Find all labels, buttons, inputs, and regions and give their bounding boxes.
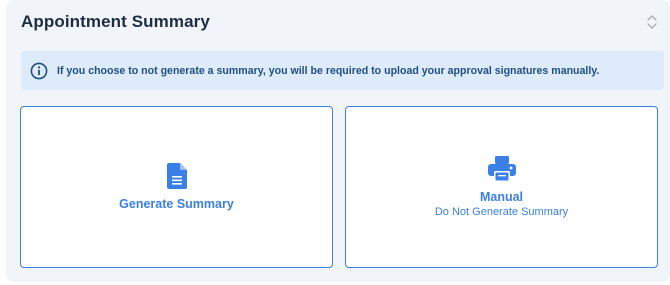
option-title: Generate Summary: [119, 197, 234, 211]
chevron-up-down-icon: [646, 13, 658, 36]
document-icon: [166, 163, 187, 189]
collapse-toggle-button[interactable]: [643, 12, 661, 36]
section-title: Appointment Summary: [21, 12, 210, 31]
printer-icon: [487, 156, 516, 182]
info-banner-text: If you choose to not generate a summary,…: [57, 64, 600, 77]
info-circle-icon: [30, 62, 48, 80]
option-title: Manual: [479, 190, 524, 204]
manual-option[interactable]: Manual Do Not Generate Summary: [345, 106, 658, 268]
generate-summary-option[interactable]: Generate Summary: [20, 106, 333, 268]
option-subtitle: Do Not Generate Summary: [434, 206, 569, 218]
info-banner: If you choose to not generate a summary,…: [21, 51, 664, 90]
